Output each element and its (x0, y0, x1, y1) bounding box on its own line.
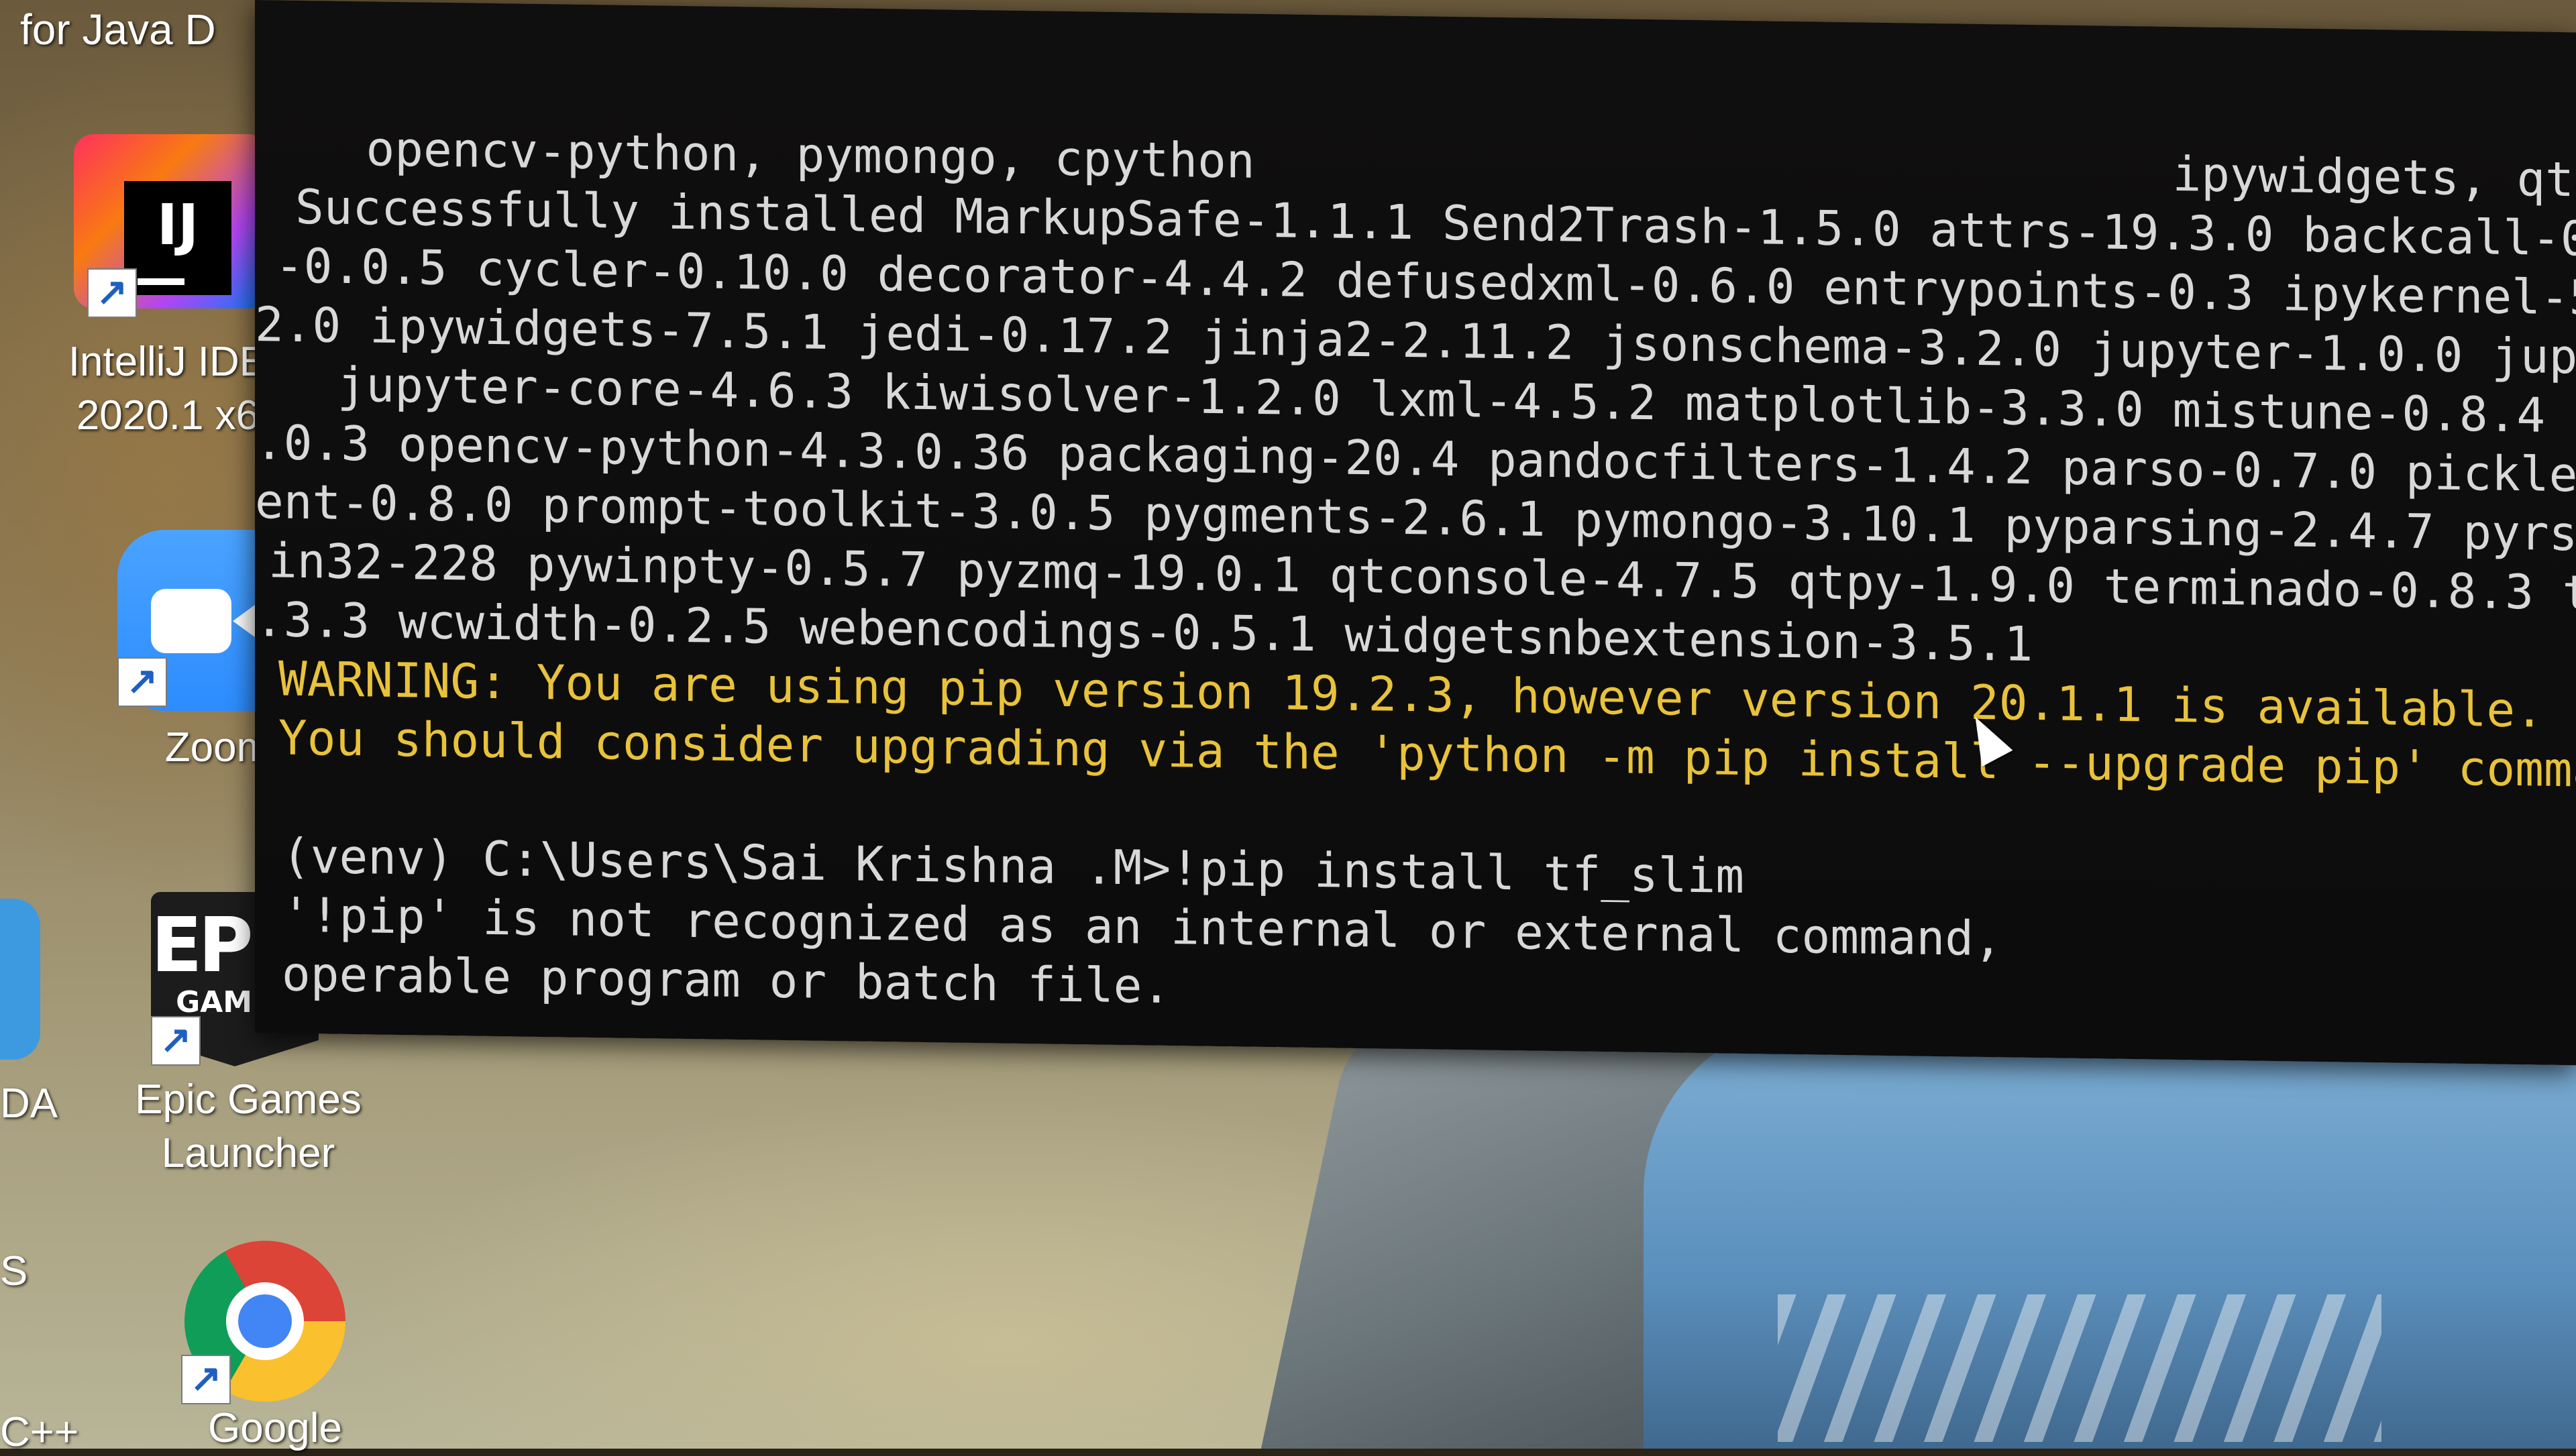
desktop-icon-label-fragment: for Java D (20, 5, 216, 54)
wallpaper-stripes (1778, 1294, 2381, 1442)
epic-games-label[interactable]: Epic Games Launcher (101, 1073, 396, 1180)
partial-icon-label: DA (0, 1080, 58, 1127)
shortcut-arrow-icon: ↗ (151, 1016, 201, 1066)
intellij-underscore (138, 278, 184, 285)
partial-icon-label: S (0, 1248, 28, 1294)
shortcut-arrow-icon: ↗ (117, 657, 167, 707)
chrome-label[interactable]: Google (174, 1402, 376, 1455)
epic-label-line2: Launcher (161, 1130, 335, 1176)
video-camera-icon (151, 589, 231, 653)
partial-icon-label: C++ (0, 1409, 79, 1455)
command-prompt-window[interactable]: opencv-python, pymongo, cpython ipywidge… (255, 0, 2576, 1066)
terminal-output: opencv-python, pymongo, cpython ipywidge… (255, 0, 2576, 1065)
chrome-label-text: Google (208, 1405, 342, 1451)
shortcut-arrow-icon: ↗ (181, 1355, 231, 1404)
epic-label-line1: Epic Games (135, 1076, 362, 1123)
partial-app-icon[interactable] (0, 899, 40, 1060)
intellij-shortcut[interactable]: IJ ↗ (74, 121, 275, 318)
shortcut-arrow-icon: ↗ (87, 268, 137, 318)
chrome-icon-core (238, 1294, 292, 1348)
